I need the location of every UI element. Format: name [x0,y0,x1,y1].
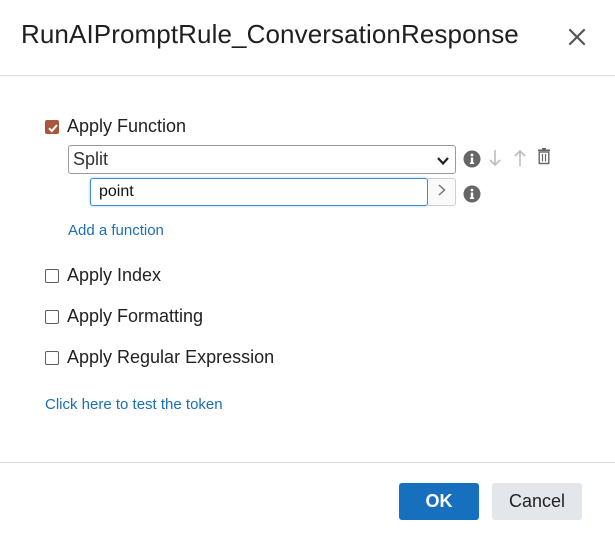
apply-regex-label: Apply Regular Expression [67,347,275,367]
parameter-go-button[interactable] [428,178,456,206]
apply-formatting-label: Apply Formatting [67,306,204,326]
move-up-icon[interactable] [513,149,527,167]
apply-formatting-row: Apply Formatting [45,306,203,327]
dialog-header: RunAIPromptRule_ConversationResponse [0,0,615,76]
move-down-icon[interactable] [488,149,502,167]
apply-index-label: Apply Index [67,265,162,285]
apply-function-label: Apply Function [67,116,187,136]
cancel-button[interactable]: Cancel [492,483,582,520]
function-parameter-input[interactable] [90,178,428,206]
apply-regex-row: Apply Regular Expression [45,347,274,368]
function-select-value: Split [73,149,109,169]
apply-index-row: Apply Index [45,265,161,286]
test-token-link[interactable]: Click here to test the token [45,396,223,413]
ok-button[interactable]: OK [399,483,479,520]
close-icon[interactable] [562,22,592,52]
function-select[interactable]: Split [68,145,456,174]
apply-function-row: Apply Function [45,116,186,137]
info-icon[interactable] [463,185,481,203]
info-icon[interactable] [463,150,481,168]
add-function-link[interactable]: Add a function [68,222,164,239]
apply-index-checkbox[interactable] [45,268,59,283]
function-parameter-group [90,178,456,206]
apply-function-checkbox[interactable] [45,119,59,134]
footer-divider [0,462,615,463]
chevron-right-icon [437,183,447,202]
trash-icon[interactable] [537,147,551,165]
chevron-down-icon [436,154,450,172]
dialog-title: RunAIPromptRule_ConversationResponse [21,19,519,49]
apply-regex-checkbox[interactable] [45,350,59,365]
apply-formatting-checkbox[interactable] [45,309,59,324]
